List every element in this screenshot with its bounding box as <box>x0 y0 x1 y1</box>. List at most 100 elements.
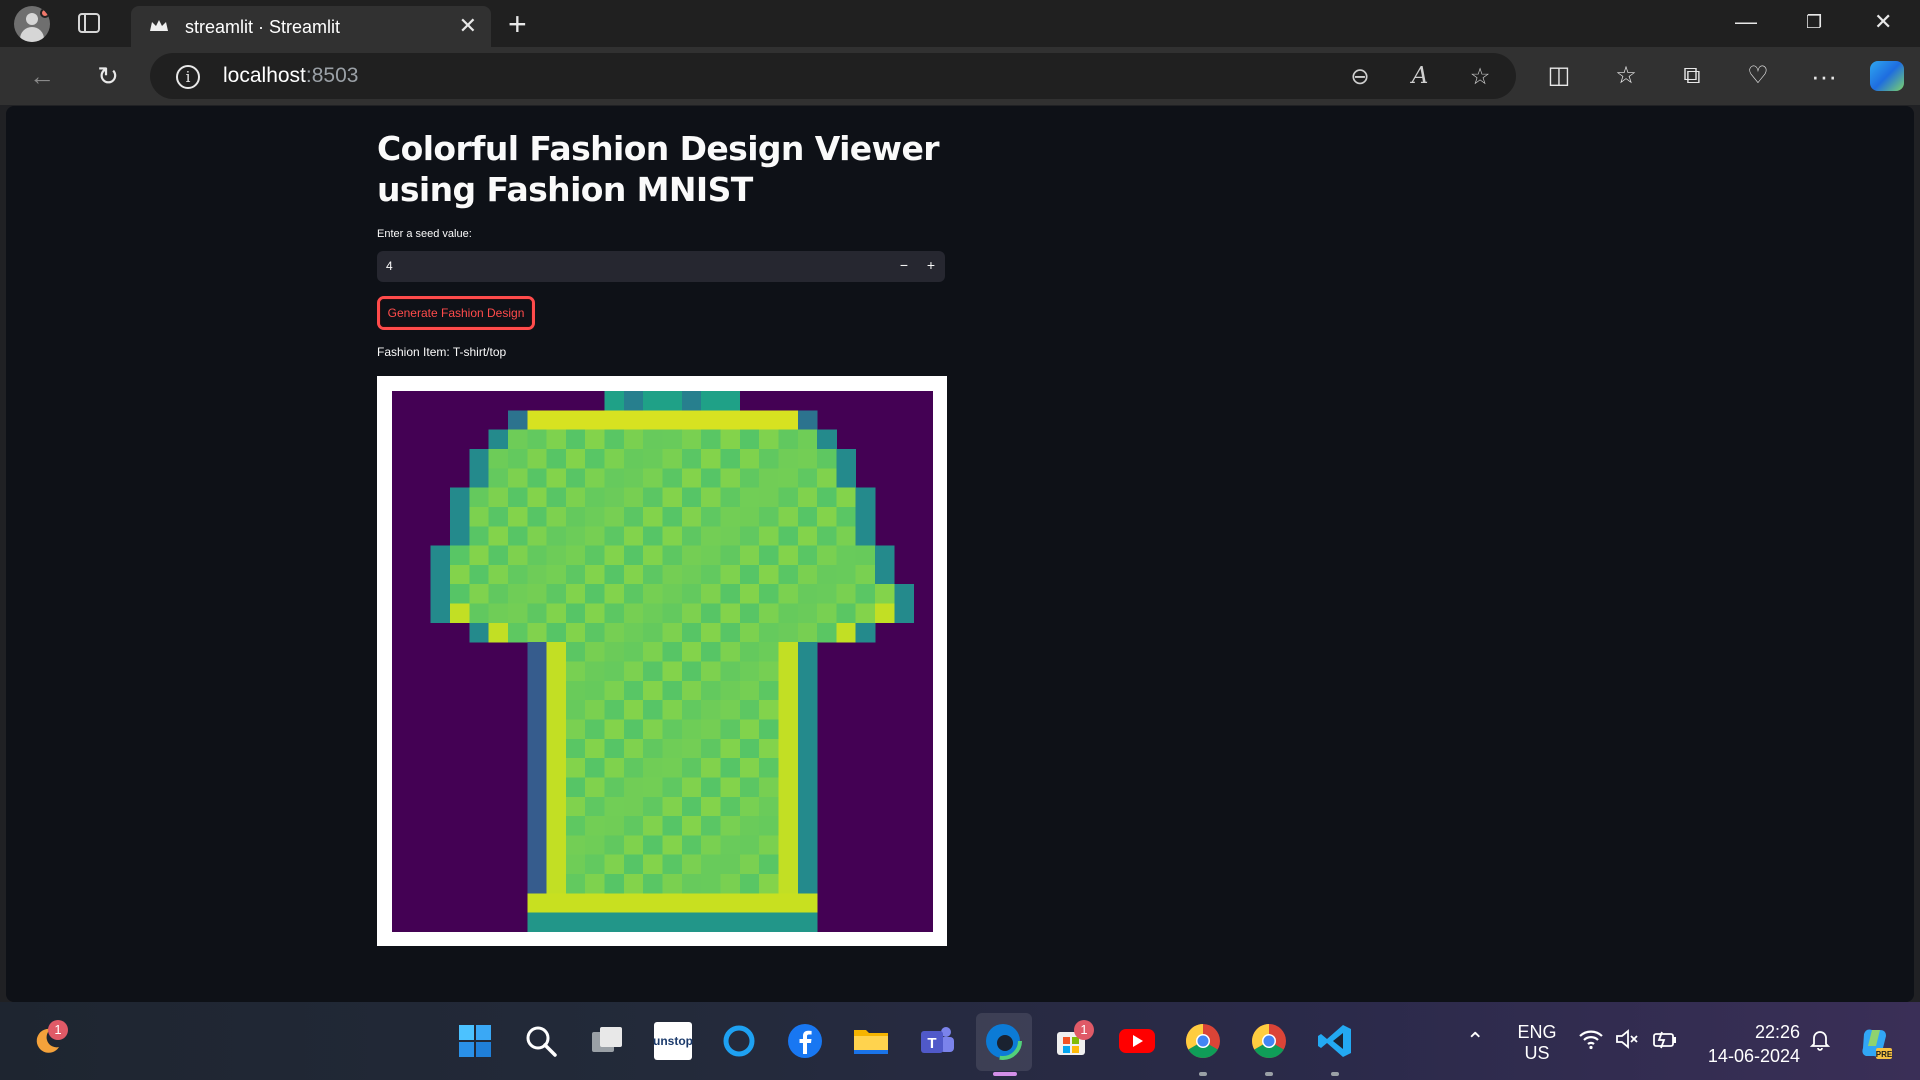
image-pixel <box>469 506 489 527</box>
seed-number-input[interactable]: 4 − + <box>377 251 945 282</box>
image-pixel <box>759 526 779 546</box>
split-screen-icon[interactable]: ◫ <box>1544 61 1574 91</box>
image-pixel <box>604 874 625 894</box>
teams-icon[interactable]: T <box>918 1022 956 1060</box>
image-pixel <box>739 506 760 527</box>
image-pixel <box>604 777 625 798</box>
image-pixel <box>604 448 625 469</box>
image-pixel <box>817 622 837 643</box>
search-icon[interactable] <box>522 1022 560 1060</box>
clock[interactable]: 22:26 14-06-2024 <box>1696 1020 1800 1068</box>
seed-input-value[interactable]: 4 <box>386 259 393 273</box>
back-icon[interactable]: ← <box>27 61 57 91</box>
profile-avatar-icon[interactable] <box>14 6 50 42</box>
show-hidden-icons-icon[interactable]: ⌃ <box>1466 1028 1484 1054</box>
image-pixel <box>449 603 470 624</box>
image-pixel <box>565 700 586 720</box>
address-bar[interactable]: i localhost:8503 ⊖ A ☆ <box>150 53 1516 99</box>
image-pixel <box>604 410 625 431</box>
image-pixel <box>720 874 741 894</box>
refresh-icon[interactable]: ↻ <box>93 61 123 91</box>
decrement-button[interactable]: − <box>891 251 917 282</box>
cortana-icon[interactable] <box>720 1022 758 1060</box>
image-pixel <box>701 893 721 914</box>
copilot-icon[interactable] <box>1870 61 1904 91</box>
image-pixel <box>778 622 799 643</box>
image-pixel <box>817 545 837 566</box>
image-pixel <box>507 487 528 508</box>
chrome-profile-2-icon[interactable] <box>1250 1022 1288 1060</box>
browser-essentials-icon[interactable]: ♡ <box>1743 61 1773 91</box>
edge-browser-icon[interactable] <box>984 1022 1022 1060</box>
more-options-icon[interactable]: ··· <box>1809 61 1839 91</box>
url-text[interactable]: localhost:8503 <box>223 64 358 88</box>
tab-actions-icon[interactable] <box>78 13 100 33</box>
favorite-star-icon[interactable]: ☆ <box>1466 62 1494 90</box>
increment-button[interactable]: + <box>918 251 944 282</box>
image-pixel <box>585 796 605 817</box>
image-pixel <box>585 661 605 682</box>
image-pixel <box>585 893 605 914</box>
image-pixel <box>488 584 509 604</box>
favorites-icon[interactable]: ☆ <box>1611 61 1641 91</box>
image-pixel <box>623 448 644 469</box>
battery-charging-icon[interactable] <box>1650 1028 1678 1055</box>
generate-fashion-design-button[interactable]: Generate Fashion Design <box>377 296 535 330</box>
volume-muted-icon[interactable] <box>1614 1028 1640 1055</box>
image-pixel <box>527 796 547 817</box>
image-pixel <box>507 526 528 546</box>
unstop-app-icon[interactable]: unstop <box>653 1022 693 1060</box>
minimize-icon[interactable]: — <box>1735 8 1757 36</box>
copilot-preview-icon[interactable]: PRE <box>1856 1024 1894 1062</box>
image-pixel <box>778 854 799 875</box>
edge-running-indicator <box>993 1072 1017 1076</box>
image-pixel <box>585 835 605 856</box>
image-pixel <box>759 796 779 817</box>
image-pixel <box>662 391 683 411</box>
browser-tab-streamlit[interactable]: streamlit · Streamlit ✕ <box>131 6 491 47</box>
image-pixel <box>604 545 625 566</box>
image-pixel <box>836 622 857 643</box>
image-pixel <box>585 448 605 469</box>
facebook-icon[interactable] <box>786 1022 824 1060</box>
image-pixel <box>855 564 876 585</box>
wifi-icon[interactable] <box>1578 1028 1604 1056</box>
image-pixel <box>681 506 702 527</box>
notification-bell-icon[interactable] <box>1808 1028 1832 1057</box>
start-windows-icon[interactable] <box>456 1022 494 1060</box>
image-pixel <box>759 893 779 914</box>
image-pixel <box>720 429 741 450</box>
youtube-icon[interactable] <box>1118 1022 1156 1060</box>
image-pixel <box>778 545 799 566</box>
image-pixel <box>855 545 876 566</box>
vscode-icon[interactable] <box>1316 1022 1354 1060</box>
image-pixel <box>546 661 567 682</box>
close-window-icon[interactable]: ✕ <box>1874 8 1892 36</box>
image-pixel <box>817 584 837 604</box>
image-pixel <box>546 564 567 585</box>
image-pixel <box>701 642 721 662</box>
language-indicator[interactable]: ENG US <box>1512 1022 1562 1064</box>
image-pixel <box>546 738 567 759</box>
image-pixel <box>662 468 683 488</box>
notification-badge: 1 <box>48 1020 68 1040</box>
image-pixel <box>643 758 663 778</box>
task-view-icon[interactable] <box>588 1022 626 1060</box>
file-explorer-icon[interactable] <box>852 1022 890 1060</box>
zoom-out-icon[interactable]: ⊖ <box>1346 62 1374 90</box>
site-info-icon[interactable]: i <box>176 65 200 89</box>
image-pixel <box>585 700 605 720</box>
collections-icon[interactable]: ⧉ <box>1677 61 1707 91</box>
image-pixel <box>701 603 721 624</box>
close-tab-icon[interactable]: ✕ <box>459 14 477 38</box>
new-tab-icon[interactable]: + <box>508 6 527 43</box>
image-pixel <box>565 893 586 914</box>
image-pixel <box>797 874 818 894</box>
image-pixel <box>739 874 760 894</box>
image-pixel <box>469 526 489 546</box>
image-pixel <box>623 700 644 720</box>
read-aloud-icon[interactable]: A <box>1406 62 1434 90</box>
chrome-profile-1-icon[interactable] <box>1184 1022 1222 1060</box>
restore-icon[interactable]: ❐ <box>1806 8 1822 36</box>
image-pixel <box>739 603 760 624</box>
